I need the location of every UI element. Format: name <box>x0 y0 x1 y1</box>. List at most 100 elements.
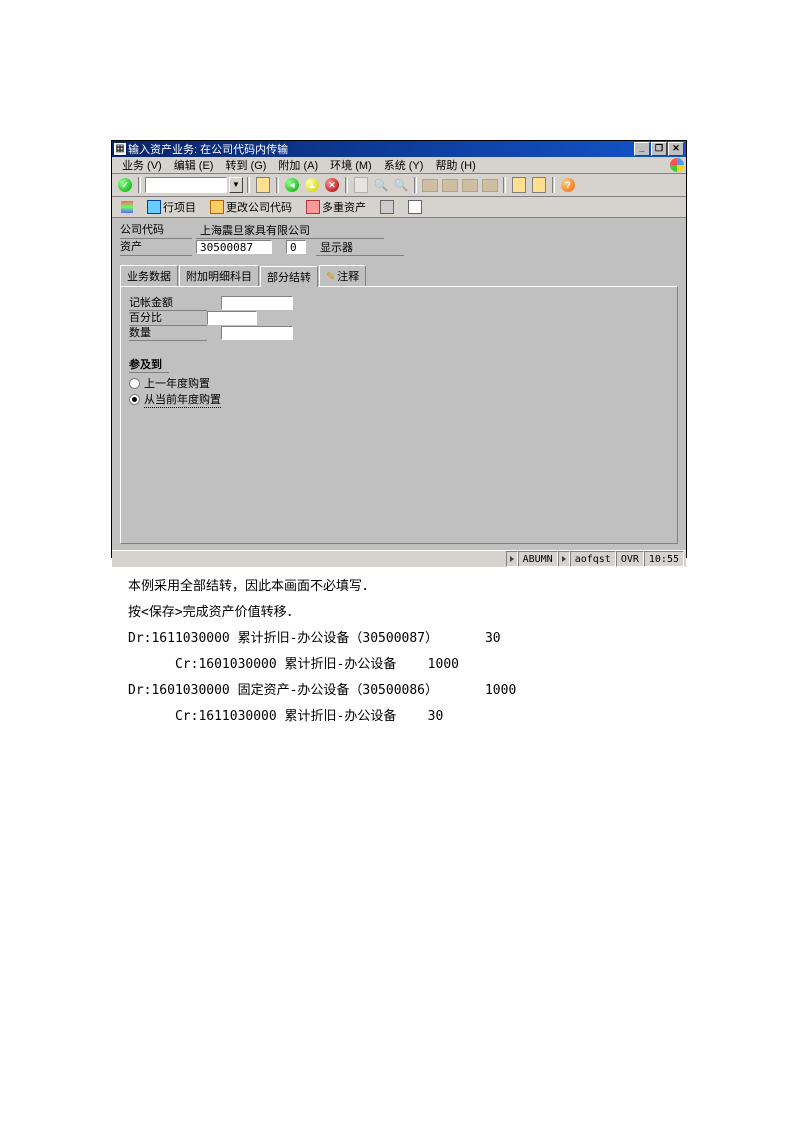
menu-business[interactable]: 业务 (V) <box>116 157 168 173</box>
first-page-button <box>421 176 439 194</box>
radio-current-year[interactable] <box>129 394 140 405</box>
prev-page-icon <box>442 179 458 192</box>
sap-logo-icon <box>670 158 684 172</box>
doc-line-4: Cr:1601030000 累计折旧-办公设备 1000 <box>128 656 459 674</box>
line-items-button[interactable]: 行项目 <box>142 198 201 216</box>
calc-button[interactable] <box>375 198 399 216</box>
save-button[interactable] <box>254 176 272 194</box>
next-page-button <box>461 176 479 194</box>
back-button[interactable]: ◄ <box>283 176 301 194</box>
restore-button[interactable]: ❐ <box>651 142 667 156</box>
command-field[interactable] <box>145 177 227 193</box>
window-title: 输入资产业务: 在公司代码内传输 <box>128 141 633 157</box>
help-button[interactable]: ? <box>559 176 577 194</box>
radio-prev-year-label: 上一年度购置 <box>144 375 210 391</box>
new-session-button[interactable] <box>510 176 528 194</box>
grid-icon <box>147 200 161 214</box>
multi-icon <box>306 200 320 214</box>
separator <box>414 177 417 193</box>
find-button: 🔍 <box>372 176 390 194</box>
change-company-button[interactable]: 更改公司代码 <box>205 198 297 216</box>
separator <box>276 177 279 193</box>
tab-partial-transfer[interactable]: 部分结转 <box>260 266 318 287</box>
doc-button[interactable] <box>403 198 427 216</box>
separator <box>345 177 348 193</box>
posting-amount-input[interactable] <box>221 296 293 310</box>
minimize-button[interactable]: _ <box>634 142 650 156</box>
find-icon: 🔍 <box>374 178 389 192</box>
exit-icon: ▲ <box>305 178 319 192</box>
status-mode: OVR <box>616 551 644 567</box>
exit-button[interactable]: ▲ <box>303 176 321 194</box>
close-button[interactable]: ✕ <box>668 142 684 156</box>
save-icon <box>256 177 270 193</box>
tab-transaction-data[interactable]: 业务数据 <box>120 265 178 286</box>
status-expand2-icon[interactable] <box>558 551 570 567</box>
session-icon <box>512 177 526 193</box>
menubar: 业务 (V) 编辑 (E) 转到 (G) 附加 (A) 环境 (M) 系统 (Y… <box>112 157 686 174</box>
building-icon <box>210 200 224 214</box>
menu-extra[interactable]: 附加 (A) <box>272 157 324 173</box>
quantity-label: 数量 <box>129 324 207 341</box>
menu-edit[interactable]: 编辑 (E) <box>168 157 220 173</box>
asset-label: 资产 <box>120 238 192 256</box>
standard-toolbar: ✓ ▼ ◄ ▲ ✕ 🔍 🔍 ? <box>112 174 686 197</box>
partial-transfer-panel: 记帐金额 百分比 数量 参及到 上一年度购置 从当前年度购置 <box>120 286 678 544</box>
multiple-assets-label: 多重资产 <box>322 199 366 215</box>
menu-help[interactable]: 帮助 (H) <box>429 157 481 173</box>
doc-line-5: Dr:1601030000 固定资产-办公设备（30500086） 1000 <box>128 682 516 700</box>
hierarchy-button[interactable] <box>116 198 138 216</box>
relates-to-heading: 参及到 <box>129 356 169 373</box>
status-tcode: ABUMN <box>518 551 558 567</box>
print-button <box>352 176 370 194</box>
tab-label-2: 附加明细科目 <box>186 268 252 284</box>
doc-icon <box>408 200 422 214</box>
shortcut-button[interactable] <box>530 176 548 194</box>
header-area: 公司代码 上海震旦家具有限公司 资产 显示器 <box>112 218 686 260</box>
prev-page-button <box>441 176 459 194</box>
last-page-icon <box>482 179 498 192</box>
calc-icon <box>380 200 394 214</box>
status-user: aofqst <box>570 551 616 567</box>
command-dropdown[interactable]: ▼ <box>229 177 243 193</box>
asset-subnumber-input[interactable] <box>286 240 306 254</box>
find-next-icon: 🔍 <box>394 178 409 192</box>
statusbar: ABUMN aofqst OVR 10:55 <box>112 550 686 567</box>
enter-button[interactable]: ✓ <box>116 176 134 194</box>
separator <box>503 177 506 193</box>
asset-number-input[interactable] <box>196 240 272 254</box>
titlebar: ▦ 输入资产业务: 在公司代码内传输 _ ❐ ✕ <box>112 141 686 157</box>
line-items-label: 行项目 <box>163 199 196 215</box>
tab-label-4: 注释 <box>337 268 359 284</box>
radio-current-year-label: 从当前年度购置 <box>144 391 221 408</box>
check-icon: ✓ <box>118 178 132 192</box>
radio-prev-year[interactable] <box>129 378 140 389</box>
note-icon: ✎ <box>326 270 335 283</box>
menu-env[interactable]: 环境 (M) <box>324 157 378 173</box>
cancel-button[interactable]: ✕ <box>323 176 341 194</box>
cancel-icon: ✕ <box>325 178 339 192</box>
separator <box>138 177 141 193</box>
menu-system[interactable]: 系统 (Y) <box>378 157 430 173</box>
status-expand-icon[interactable] <box>506 551 518 567</box>
tab-label-3: 部分结转 <box>267 269 311 285</box>
next-page-icon <box>462 179 478 192</box>
tab-additional-details[interactable]: 附加明细科目 <box>179 265 259 286</box>
first-page-icon <box>422 179 438 192</box>
menu-goto[interactable]: 转到 (G) <box>219 157 272 173</box>
percent-input[interactable] <box>207 311 257 325</box>
tab-note[interactable]: ✎注释 <box>319 265 366 286</box>
status-time: 10:55 <box>644 551 684 567</box>
multiple-assets-button[interactable]: 多重资产 <box>301 198 371 216</box>
doc-line-6: Cr:1611030000 累计折旧-办公设备 30 <box>128 708 443 726</box>
tab-strip: 业务数据 附加明细科目 部分结转 ✎注释 <box>112 260 686 286</box>
doc-line-3: Dr:1611030000 累计折旧-办公设备（30500087） 30 <box>128 630 501 648</box>
app-icon: ▦ <box>114 143 126 155</box>
last-page-button <box>481 176 499 194</box>
separator <box>552 177 555 193</box>
shortcut-icon <box>532 177 546 193</box>
quantity-input[interactable] <box>221 326 293 340</box>
find-next-button: 🔍 <box>392 176 410 194</box>
doc-line-1: 本例采用全部结转，因此本画面不必填写． <box>128 578 375 596</box>
change-company-label: 更改公司代码 <box>226 199 292 215</box>
